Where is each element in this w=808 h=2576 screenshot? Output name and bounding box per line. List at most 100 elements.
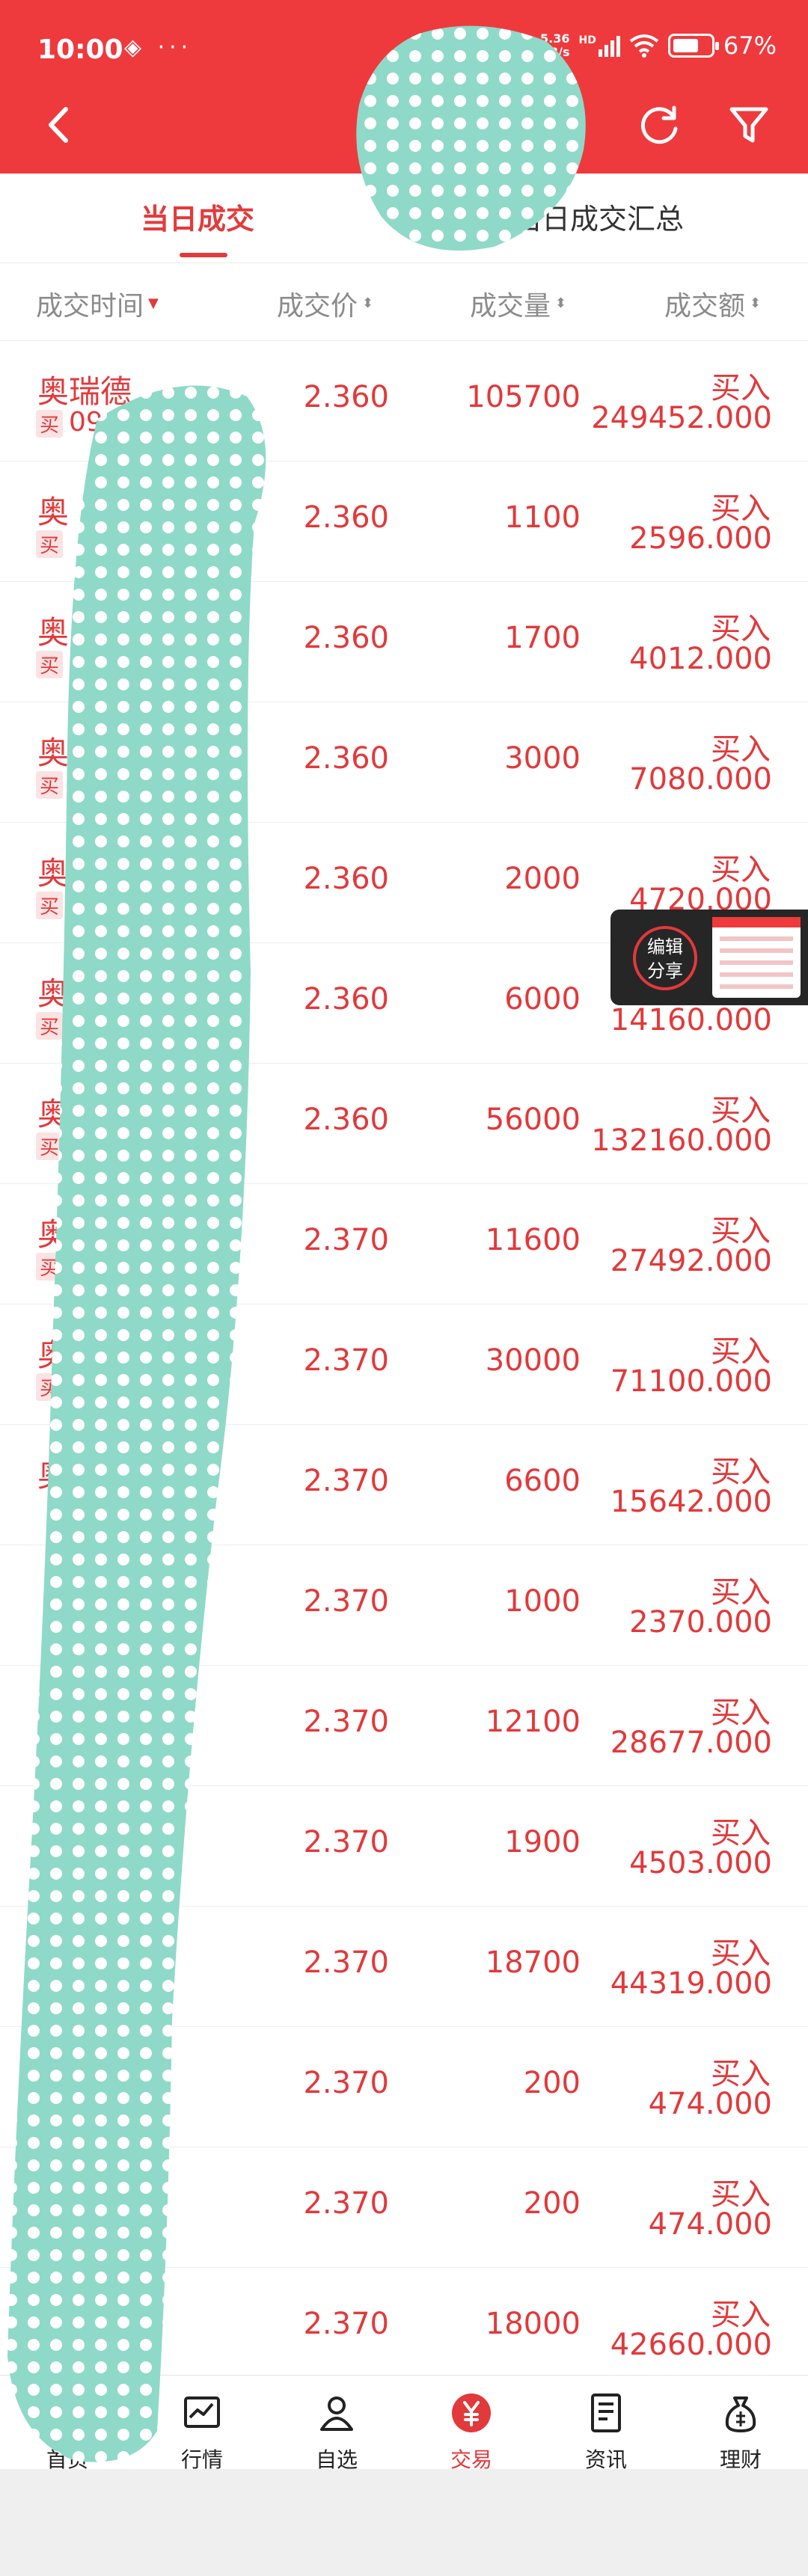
trade-amount: 2596.000 (629, 521, 772, 556)
col-header-price[interactable]: 成交价 ⬍ (277, 284, 373, 323)
trade-row[interactable]: 05 2.370 200 买入 474.000 (0, 2027, 808, 2147)
trade-row[interactable]: 03 2.370 18000 买入 42660.000 (0, 2268, 808, 2388)
trade-price: 2.360 (303, 1103, 389, 1137)
trade-price: 2.360 (303, 862, 389, 896)
col-header-price-label: 成交价 (277, 291, 358, 322)
trade-price: 2.360 (303, 500, 389, 535)
news-icon (591, 2393, 621, 2432)
col-header-time[interactable]: 成交时间 ▼ (36, 284, 159, 323)
trade-price: 2.370 (303, 1584, 389, 1619)
trade-time: 4 (69, 2213, 86, 2244)
trade-price: 2.360 (303, 741, 389, 776)
col-header-time-label: 成交时间 (36, 291, 144, 322)
trade-row[interactable]: 奥买 2.360 1700 买入 4012.000 (0, 582, 808, 702)
nav-wealth-label: 理财 (719, 2447, 762, 2472)
trade-time: 06 (69, 1972, 103, 2003)
wifi-icon (629, 34, 659, 58)
trade-row[interactable]: 奥瑞买 09 2.360 56000 买入 132160.000 (0, 1064, 808, 1184)
col-header-amount[interactable]: 成交额 ⬍ (664, 284, 761, 323)
nav-wealth[interactable]: 理财 (688, 2392, 793, 2474)
stock-name: 奥 (37, 614, 70, 651)
trade-amount: 249452.000 (591, 401, 772, 435)
buy-tag: 买 (36, 1373, 64, 1401)
nav-home[interactable]: 首页 (15, 2392, 120, 2474)
trade-amount: 15642.000 (610, 1485, 772, 1519)
trade-row[interactable]: 奥买 2.370 30000 买入 71100.000 (0, 1304, 808, 1425)
trade-volume: 30000 (485, 1343, 581, 1378)
app-header: 10:00 ◈ ··· 5.36 KB/s HD 67% 当日 川财证 (0, 0, 808, 174)
trade-amount: 44319.000 (610, 1966, 772, 2001)
trade-volume: 56000 (485, 1103, 581, 1137)
trade-price: 2.370 (303, 1825, 389, 1859)
floating-share-widget[interactable]: 编辑 分享 (610, 910, 808, 1005)
net-speed-value: 5.36 (540, 31, 570, 46)
trade-amount: 132160.000 (591, 1123, 772, 1158)
trade-time: 09 (69, 1129, 103, 1160)
battery-level (673, 39, 699, 52)
trade-volume: 18000 (485, 2307, 581, 2341)
chart-icon (184, 2396, 220, 2428)
trade-row[interactable]: 奥 2.370 6600 买入 15642.000 (0, 1425, 808, 1545)
trade-time: 0 (69, 768, 86, 799)
trade-time: 09 (69, 1009, 103, 1040)
trade-volume: 6600 (504, 1464, 581, 1498)
col-header-volume[interactable]: 成交量 ⬍ (470, 284, 566, 323)
tab-active-indicator (180, 253, 227, 257)
trade-amount: 2370.000 (629, 1605, 772, 1640)
sort-icon: ⬍ (362, 295, 374, 311)
tab-today-trades[interactable]: 当日成交 (141, 196, 254, 237)
stock-name: 奥瑞 (37, 735, 101, 771)
edit-share-button[interactable]: 编辑 分享 (633, 926, 697, 990)
buy-tag: 买 (36, 410, 64, 438)
screenshot-thumbnail[interactable] (712, 917, 801, 998)
trade-volume: 200 (523, 2066, 581, 2100)
nav-trade[interactable]: 交易 (419, 2392, 524, 2474)
nav-news-label: 资讯 (584, 2447, 627, 2472)
trade-price: 2.370 (303, 2066, 389, 2100)
signal-icon: HD (579, 34, 620, 57)
page-subtitle: 川财证 (367, 141, 440, 169)
trade-amount: 7080.000 (629, 762, 772, 797)
trade-price: 2.370 (303, 1223, 389, 1257)
trade-row[interactable]: 奥瑞德买 09:58 2.360 105700 买入 249452.000 (0, 341, 808, 461)
trade-row[interactable]: 4 2.370 200 买入 474.000 (0, 2147, 808, 2268)
trade-row[interactable]: 奥买 2.360 1100 买入 2596.000 (0, 461, 808, 582)
battery-icon (667, 34, 719, 58)
trade-volume: 11600 (485, 1223, 581, 1257)
trade-row[interactable]: 奥瑞买 0 2.360 3000 买入 7080.000 (0, 702, 808, 823)
tab-bar: 当日成交 当日成交汇总 (0, 174, 808, 263)
nav-watchlist[interactable]: 自选 (284, 2392, 389, 2474)
money-bag-icon (725, 2396, 756, 2432)
trade-row[interactable]: 6 2.370 1900 买入 4503.000 (0, 1786, 808, 1907)
nav-market[interactable]: 行情 (150, 2392, 254, 2474)
trade-price: 2.360 (303, 982, 389, 1016)
trade-price: 2.360 (303, 380, 389, 414)
sort-icon: ⬍ (750, 295, 762, 311)
trade-row[interactable]: 2.370 1000 买入 2370.000 (0, 1545, 808, 1666)
trade-volume: 18700 (485, 1945, 581, 1980)
trade-price: 2.370 (303, 1464, 389, 1498)
hd-label: HD (578, 34, 596, 46)
trade-volume: 200 (523, 2186, 581, 2221)
trade-row[interactable]: 06 2.370 18700 买入 44319.000 (0, 1907, 808, 2027)
stock-name: 奥瑞 (37, 975, 101, 1012)
status-right-group: 5.36 KB/s HD 67% (540, 31, 777, 60)
filter-icon[interactable] (723, 99, 775, 151)
tab-today-summary[interactable]: 当日成交汇总 (513, 196, 684, 237)
trade-row[interactable]: 2.370 12100 买入 28677.000 (0, 1666, 808, 1786)
trade-volume: 1100 (504, 500, 581, 535)
person-icon (320, 2396, 353, 2431)
trade-amount: 42660.000 (610, 2328, 772, 2362)
col-header-amount-label: 成交额 (664, 291, 746, 322)
refresh-icon[interactable] (633, 99, 685, 151)
nav-watchlist-label: 自选 (315, 2447, 358, 2472)
trade-time: 6 (69, 1852, 86, 1883)
nav-news[interactable]: 资讯 (554, 2392, 658, 2474)
buy-tag: 买 (36, 651, 64, 678)
trade-row[interactable]: 奥瑞买 0 2.370 11600 买入 27492.000 (0, 1184, 808, 1304)
status-time: 10:00 (37, 34, 123, 65)
nav-market-label: 行情 (180, 2447, 223, 2472)
trade-time: 0 (69, 889, 86, 919)
stock-name: 奥瑞 (37, 1216, 101, 1253)
trade-amount: 27492.000 (610, 1244, 772, 1278)
